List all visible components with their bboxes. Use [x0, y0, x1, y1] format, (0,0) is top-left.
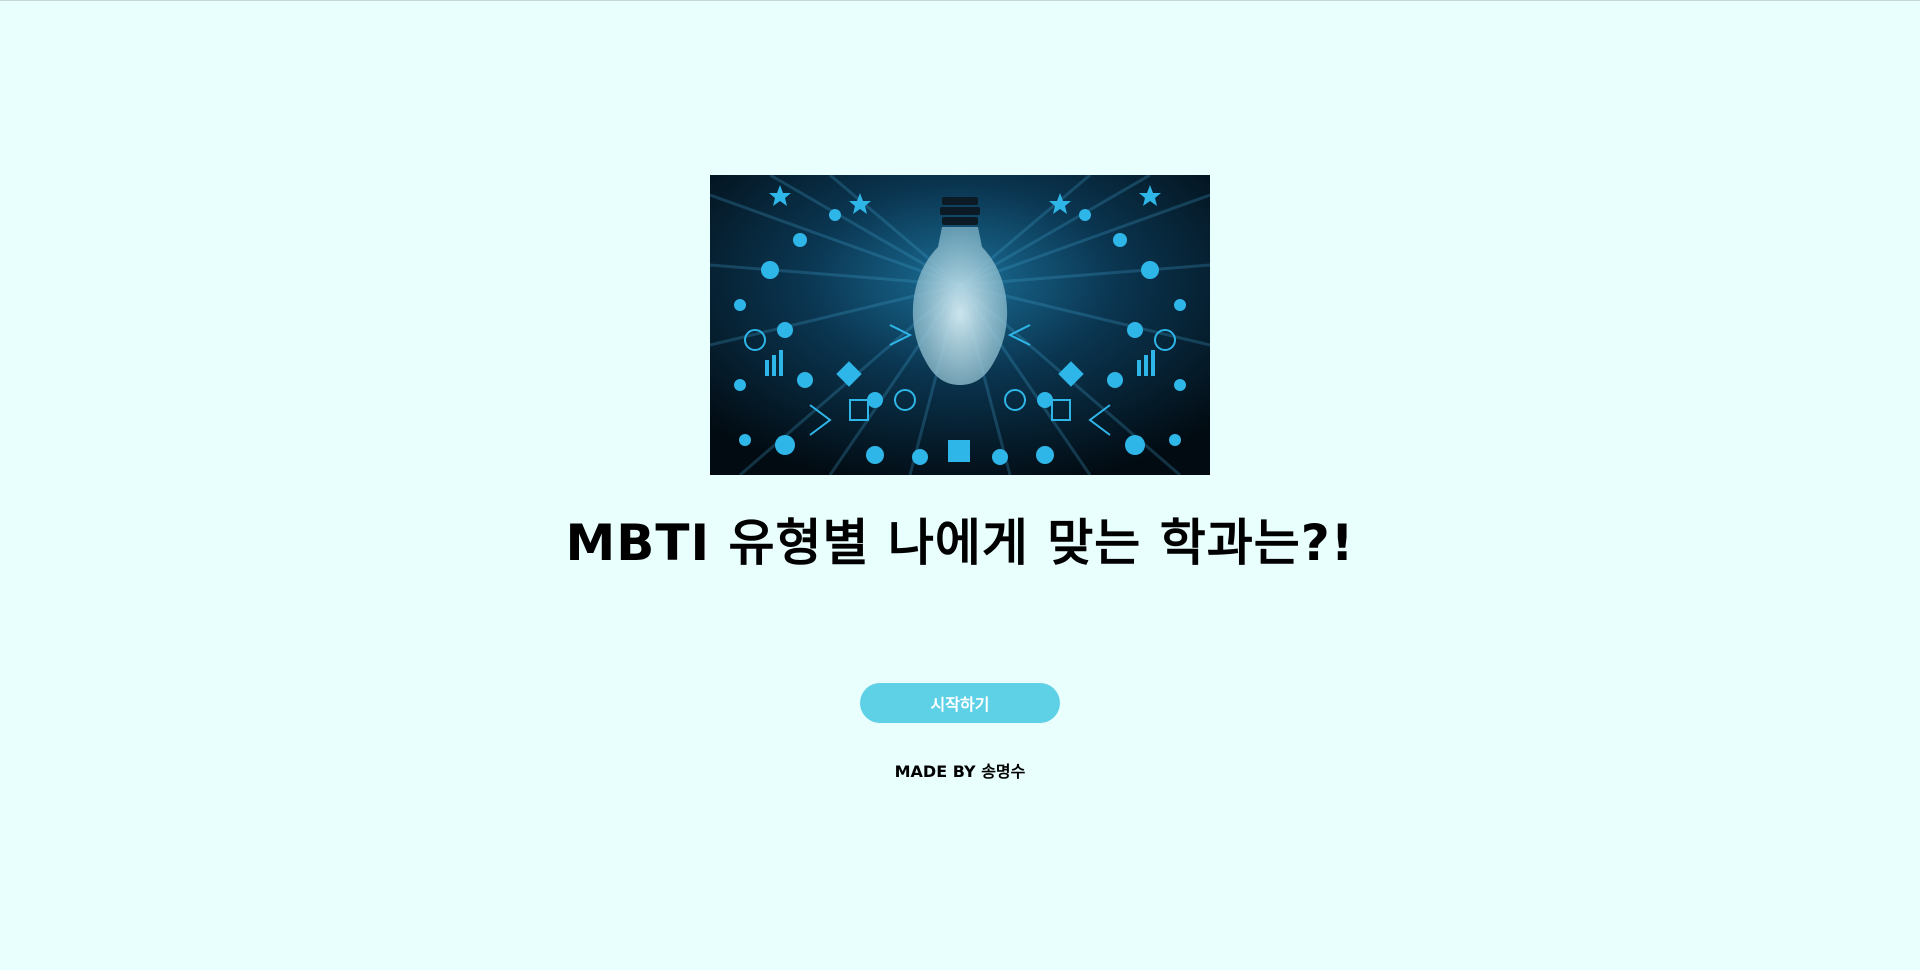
- hero-image: [710, 175, 1210, 475]
- page-title: MBTI 유형별 나에게 맞는 학과는?!: [565, 514, 1355, 572]
- main-page: MBTI 유형별 나에게 맞는 학과는?! 시작하기 MADE BY 송명수: [0, 0, 1920, 970]
- start-button[interactable]: 시작하기: [860, 683, 1060, 723]
- lightbulb-illustration: [710, 175, 1210, 475]
- author-credit: MADE BY 송명수: [894, 762, 1026, 781]
